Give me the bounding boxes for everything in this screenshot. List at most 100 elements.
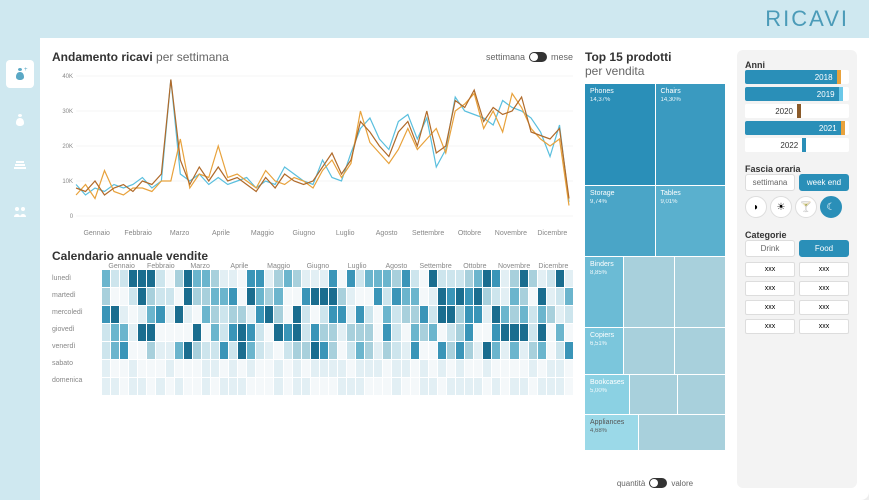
heatmap-cell[interactable] xyxy=(311,360,319,377)
heatmap-cell[interactable] xyxy=(520,342,528,359)
heatmap-cell[interactable] xyxy=(356,270,364,287)
heatmap-cell[interactable] xyxy=(166,270,174,287)
heatmap-cell[interactable] xyxy=(365,270,373,287)
heatmap-cell[interactable] xyxy=(320,360,328,377)
year-bar[interactable]: 2018 xyxy=(745,70,849,84)
toggle-switch[interactable] xyxy=(529,52,547,62)
heatmap-cell[interactable] xyxy=(129,342,137,359)
heatmap-cell[interactable] xyxy=(102,288,110,305)
heatmap-cell[interactable] xyxy=(402,360,410,377)
heatmap-cell[interactable] xyxy=(338,342,346,359)
tree-small[interactable] xyxy=(675,257,725,327)
heatmap-cell[interactable] xyxy=(392,324,400,341)
heatmap-cell[interactable] xyxy=(166,288,174,305)
heatmap-cell[interactable] xyxy=(120,360,128,377)
heatmap-cell[interactable] xyxy=(547,324,555,341)
heatmap-cell[interactable] xyxy=(147,342,155,359)
heatmap-cell[interactable] xyxy=(438,288,446,305)
sunrise-icon[interactable]: ◗ xyxy=(745,196,767,218)
heatmap-cell[interactable] xyxy=(402,288,410,305)
heatmap-cell[interactable] xyxy=(474,378,482,395)
heatmap-cell[interactable] xyxy=(156,378,164,395)
heatmap-cell[interactable] xyxy=(247,306,255,323)
heatmap-cell[interactable] xyxy=(138,324,146,341)
heatmap-cell[interactable] xyxy=(247,288,255,305)
tree-binders[interactable]: Binders8,85% xyxy=(585,257,623,327)
heatmap-cell[interactable] xyxy=(474,288,482,305)
heatmap-cell[interactable] xyxy=(510,288,518,305)
heatmap-cell[interactable] xyxy=(238,306,246,323)
sidebar-users-icon[interactable] xyxy=(6,198,34,226)
heatmap-cell[interactable] xyxy=(302,342,310,359)
heatmap-cell[interactable] xyxy=(147,360,155,377)
heatmap-cell[interactable] xyxy=(129,324,137,341)
cat-button[interactable]: xxx xyxy=(745,319,795,334)
heatmap-cell[interactable] xyxy=(338,324,346,341)
heatmap-cell[interactable] xyxy=(429,342,437,359)
heatmap-cell[interactable] xyxy=(338,306,346,323)
heatmap-cell[interactable] xyxy=(120,324,128,341)
heatmap-cell[interactable] xyxy=(438,342,446,359)
heatmap-cell[interactable] xyxy=(138,288,146,305)
heatmap-cell[interactable] xyxy=(302,306,310,323)
tree-small[interactable] xyxy=(624,257,674,327)
tree-small[interactable] xyxy=(675,328,725,375)
tree-small[interactable] xyxy=(624,328,674,375)
heatmap-cell[interactable] xyxy=(565,324,573,341)
heatmap-cell[interactable] xyxy=(184,342,192,359)
heatmap-cell[interactable] xyxy=(156,360,164,377)
heatmap-cell[interactable] xyxy=(392,270,400,287)
heatmap-cell[interactable] xyxy=(365,306,373,323)
cat-button[interactable]: xxx xyxy=(799,300,849,315)
heatmap-cell[interactable] xyxy=(501,270,509,287)
heatmap-cell[interactable] xyxy=(166,324,174,341)
heatmap-cell[interactable] xyxy=(547,288,555,305)
heatmap-cell[interactable] xyxy=(138,306,146,323)
heatmap-cell[interactable] xyxy=(166,378,174,395)
tree-copiers[interactable]: Copiers6,51% xyxy=(585,328,623,375)
sidebar-money-plus-icon[interactable]: + xyxy=(6,60,34,88)
heatmap-cell[interactable] xyxy=(411,270,419,287)
heatmap-cell[interactable] xyxy=(202,342,210,359)
heatmap-cell[interactable] xyxy=(338,360,346,377)
heatmap-cell[interactable] xyxy=(520,324,528,341)
heatmap-cell[interactable] xyxy=(383,360,391,377)
heatmap-cell[interactable] xyxy=(274,360,282,377)
heatmap-cell[interactable] xyxy=(256,342,264,359)
heatmap-cell[interactable] xyxy=(402,378,410,395)
heatmap-cell[interactable] xyxy=(256,306,264,323)
heatmap-cell[interactable] xyxy=(302,378,310,395)
heatmap-cell[interactable] xyxy=(483,360,491,377)
heatmap-cell[interactable] xyxy=(529,270,537,287)
heatmap-cell[interactable] xyxy=(247,378,255,395)
heatmap-cell[interactable] xyxy=(547,360,555,377)
heatmap-cell[interactable] xyxy=(129,378,137,395)
heatmap-cell[interactable] xyxy=(156,288,164,305)
heatmap-cell[interactable] xyxy=(492,378,500,395)
heatmap-cell[interactable] xyxy=(102,270,110,287)
heatmap-cell[interactable] xyxy=(220,360,228,377)
heatmap-cell[interactable] xyxy=(556,360,564,377)
heatmap-cell[interactable] xyxy=(102,378,110,395)
heatmap-cell[interactable] xyxy=(265,378,273,395)
heatmap-cell[interactable] xyxy=(147,288,155,305)
heatmap-cell[interactable] xyxy=(510,360,518,377)
heatmap-cell[interactable] xyxy=(338,288,346,305)
heatmap-cell[interactable] xyxy=(302,270,310,287)
fascia-pill[interactable]: settimana xyxy=(745,174,795,191)
heatmap-cell[interactable] xyxy=(374,378,382,395)
heatmap-cell[interactable] xyxy=(565,306,573,323)
heatmap-cell[interactable] xyxy=(383,342,391,359)
heatmap-cell[interactable] xyxy=(492,270,500,287)
heatmap-cell[interactable] xyxy=(547,342,555,359)
heatmap-cell[interactable] xyxy=(184,306,192,323)
heatmap-cell[interactable] xyxy=(193,342,201,359)
heatmap-cell[interactable] xyxy=(320,378,328,395)
heatmap-cell[interactable] xyxy=(374,342,382,359)
heatmap-cell[interactable] xyxy=(265,324,273,341)
heatmap-cell[interactable] xyxy=(175,288,183,305)
heatmap-cell[interactable] xyxy=(102,324,110,341)
heatmap-cell[interactable] xyxy=(456,288,464,305)
heatmap-cell[interactable] xyxy=(284,378,292,395)
heatmap-cell[interactable] xyxy=(256,288,264,305)
